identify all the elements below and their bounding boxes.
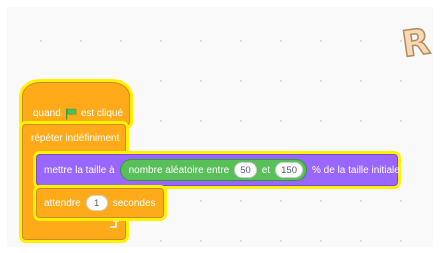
set-size-block[interactable]: mettre la taille à nombre aléatoire entr… [36, 154, 400, 186]
wait-block[interactable]: attendre 1 secondes [36, 188, 164, 218]
sprite-letter-r[interactable]: R [395, 18, 437, 69]
wait-label: attendre [44, 197, 81, 209]
wait-seconds-input[interactable]: 1 [85, 195, 108, 211]
hat-label-when: quand [33, 107, 61, 119]
loop-arrow-icon [107, 217, 120, 232]
set-size-label: mettre la taille à [44, 164, 115, 176]
random-from-input[interactable]: 50 [234, 162, 257, 178]
random-label: nombre aléatoire entre [128, 164, 230, 176]
random-number-reporter[interactable]: nombre aléatoire entre 50 et 150 [119, 159, 307, 181]
forever-label: répéter indéfiniment [31, 133, 120, 144]
set-size-suffix: % de la taille initiale [312, 164, 400, 176]
green-flag-icon [65, 107, 77, 120]
when-flag-clicked-block[interactable]: quand est cliqué [22, 82, 130, 126]
random-to-input[interactable]: 150 [275, 162, 303, 178]
wait-suffix: secondes [112, 197, 156, 209]
hat-label-clicked: est cliqué [80, 107, 124, 119]
random-and-label: et [261, 164, 271, 176]
